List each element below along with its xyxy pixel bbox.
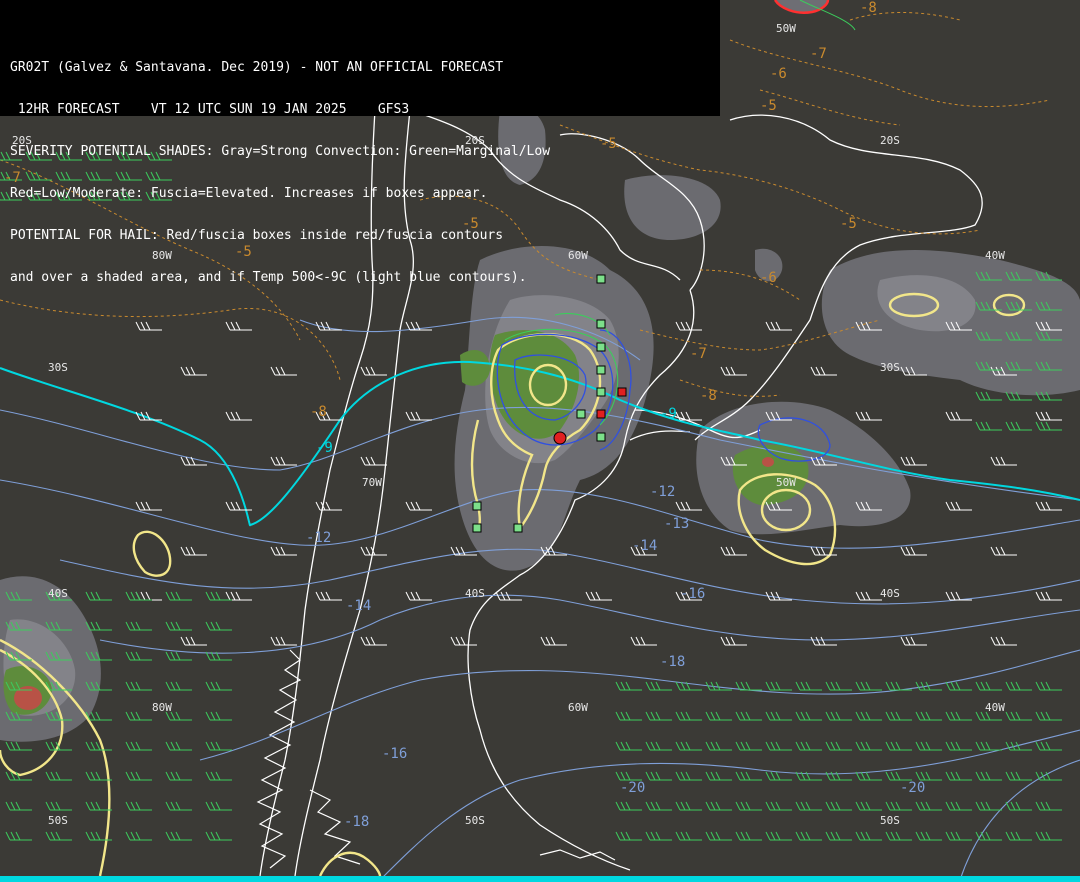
thickness-label: -5: [760, 98, 777, 114]
header-line-validtime: 12HR FORECAST VT 12 UTC SUN 19 JAN 2025 …: [10, 102, 410, 117]
lat-label: 30S: [48, 361, 68, 374]
thickness-label: -5: [462, 216, 479, 232]
lat-label: 20S: [880, 134, 900, 147]
temp-label: -9: [316, 440, 333, 456]
thickness-label: -7: [810, 46, 827, 62]
temp-label: -9: [660, 406, 677, 422]
lon-label: 50W: [776, 476, 796, 489]
lat-label: 40S: [465, 587, 485, 600]
lon-label: 70W: [362, 476, 382, 489]
temp-label: -13: [664, 516, 690, 532]
temp-label: -20: [620, 780, 646, 796]
bottom-cyan-bar: [0, 876, 1080, 882]
temp-label: -16: [382, 746, 408, 762]
temp-label: -12: [306, 530, 332, 546]
header-line-severity-2: Red=Low/Moderate: Fuscia=Elevated. Incre…: [10, 186, 488, 201]
lon-label: 80W: [152, 249, 172, 262]
lon-label: 80W: [152, 701, 172, 714]
temp-label: -18: [660, 654, 686, 670]
thickness-label: -6: [770, 66, 787, 82]
thickness-label: -8: [860, 0, 877, 16]
lat-label: 50S: [48, 814, 68, 827]
lat-label: 40S: [880, 587, 900, 600]
lat-label: 40S: [48, 587, 68, 600]
header-line-hail: POTENTIAL FOR HAIL: Red/fuscia boxes ins…: [10, 228, 504, 243]
temp-label: -20: [900, 780, 926, 796]
thickness-label: -6: [760, 270, 777, 286]
lat-label: 20S: [12, 134, 32, 147]
lon-label: 60W: [568, 249, 588, 262]
forecast-header: GR02T (Galvez & Santavana. Dec 2019) - N…: [0, 0, 720, 285]
thickness-label: -5: [840, 216, 857, 232]
thickness-label: -7: [4, 170, 21, 186]
thickness-label: -5: [235, 244, 252, 260]
lon-label: 60W: [568, 701, 588, 714]
lon-label: 40W: [985, 249, 1005, 262]
lon-label: 50W: [776, 22, 796, 35]
thickness-label: -8: [310, 404, 327, 420]
thickness-label: -7: [690, 346, 707, 362]
lat-label: 50S: [880, 814, 900, 827]
thickness-label: -8: [700, 388, 717, 404]
temp-label: -14: [632, 538, 658, 554]
temp-label: -18: [344, 814, 370, 830]
temp-label: -14: [346, 598, 372, 614]
header-line-hail-2: and over a shaded area, and if Temp 500<…: [10, 270, 527, 285]
temp-label: -16: [680, 586, 706, 602]
thickness-label: -5: [600, 136, 617, 152]
temp-label: -12: [650, 484, 676, 500]
lat-label: 30S: [880, 361, 900, 374]
lat-label: 50S: [465, 814, 485, 827]
lon-label: 40W: [985, 701, 1005, 714]
lat-label: 20S: [465, 134, 485, 147]
header-line-title: GR02T (Galvez & Santavana. Dec 2019) - N…: [10, 60, 504, 75]
